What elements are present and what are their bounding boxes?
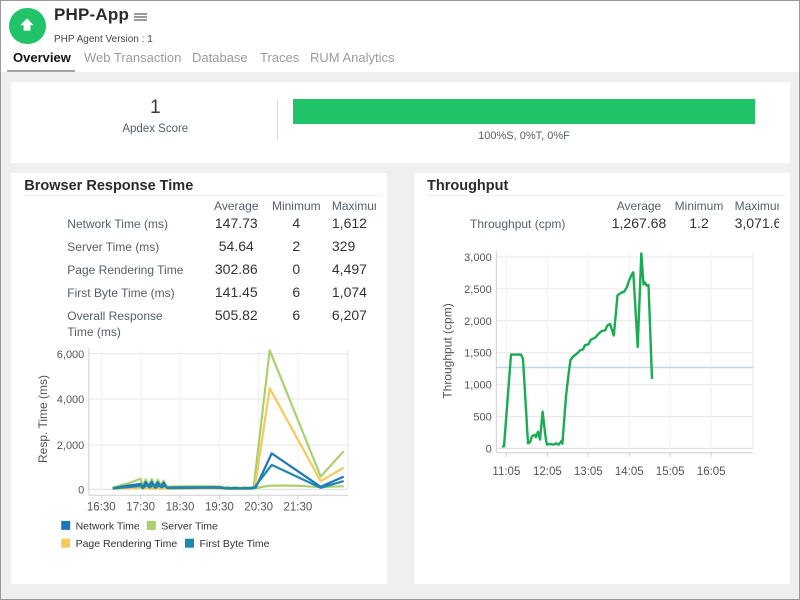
svg-text:2,000: 2,000 [464, 316, 492, 328]
svg-text:15:05: 15:05 [656, 466, 685, 478]
svg-text:2,500: 2,500 [464, 284, 492, 296]
svg-text:16:05: 16:05 [697, 466, 726, 478]
svg-text:20:30: 20:30 [245, 502, 274, 514]
svg-text:0: 0 [78, 484, 84, 496]
svg-text:18:30: 18:30 [166, 502, 195, 514]
svg-text:21:30: 21:30 [284, 502, 313, 514]
svg-text:Page Rendering Time: Page Rendering Time [76, 538, 178, 550]
svg-text:Network Time: Network Time [76, 520, 140, 532]
svg-text:Resp. Time (ms): Resp. Time (ms) [36, 375, 50, 463]
svg-text:1,500: 1,500 [464, 348, 492, 360]
svg-text:3,000: 3,000 [464, 252, 492, 264]
svg-text:6,000: 6,000 [57, 349, 85, 361]
svg-text:500: 500 [473, 412, 491, 424]
svg-text:1,000: 1,000 [464, 380, 492, 392]
svg-text:0: 0 [486, 443, 492, 455]
svg-text:11:05: 11:05 [492, 466, 520, 478]
svg-text:Throughput (cpm): Throughput (cpm) [441, 303, 455, 398]
svg-text:2,000: 2,000 [57, 440, 85, 452]
svg-text:16:30: 16:30 [87, 502, 116, 514]
svg-text:First Byte Time: First Byte Time [200, 538, 270, 550]
svg-text:17:30: 17:30 [127, 502, 156, 514]
svg-text:4,000: 4,000 [57, 394, 85, 406]
svg-text:12:05: 12:05 [533, 466, 562, 478]
svg-text:Server Time: Server Time [162, 520, 219, 532]
svg-text:19:30: 19:30 [205, 502, 234, 514]
svg-text:13:05: 13:05 [574, 466, 603, 478]
svg-text:14:05: 14:05 [615, 466, 644, 478]
